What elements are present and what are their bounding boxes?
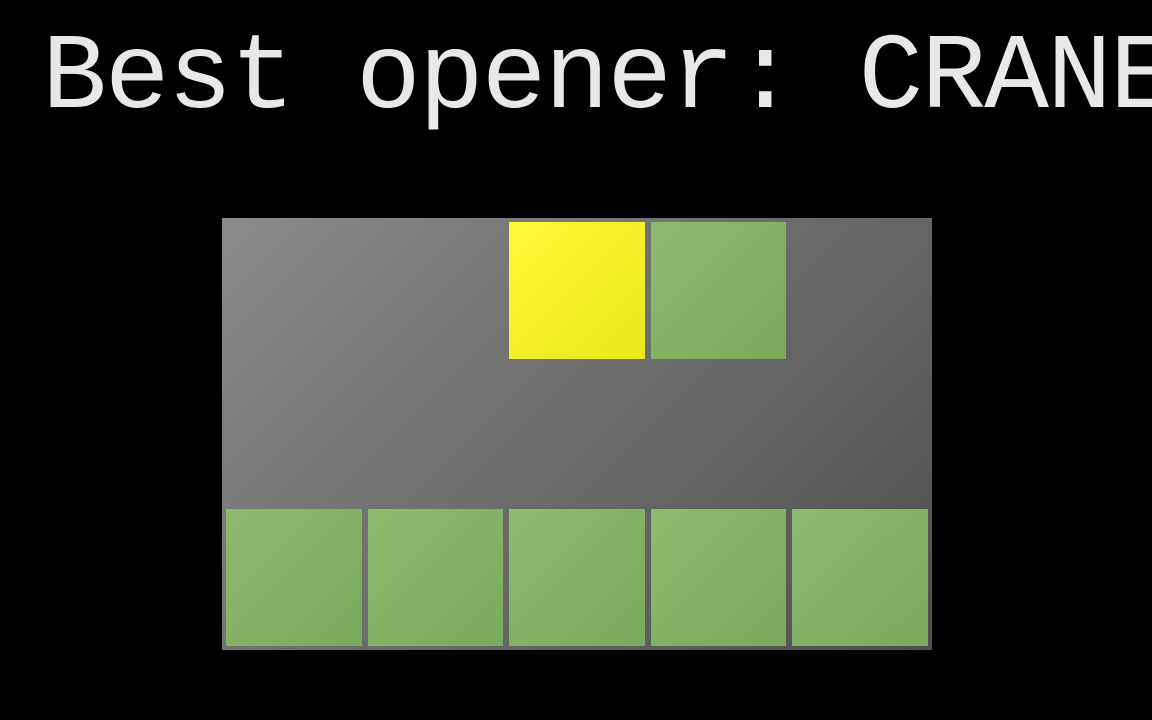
board-cell (509, 222, 645, 359)
board-cell (509, 365, 645, 502)
board-cell (651, 365, 787, 502)
board-cell (368, 222, 504, 359)
board-cell (792, 222, 928, 359)
board-cell (226, 365, 362, 502)
board-cell (651, 509, 787, 646)
board-cell (368, 509, 504, 646)
board-cell (792, 365, 928, 502)
board-cell (368, 365, 504, 502)
board-cell (509, 509, 645, 646)
board-cell (226, 509, 362, 646)
board-cell (651, 222, 787, 359)
wordle-board (222, 218, 932, 650)
page-title: Best opener: CRANE (0, 0, 1152, 140)
board-cell (792, 509, 928, 646)
board-cell (226, 222, 362, 359)
